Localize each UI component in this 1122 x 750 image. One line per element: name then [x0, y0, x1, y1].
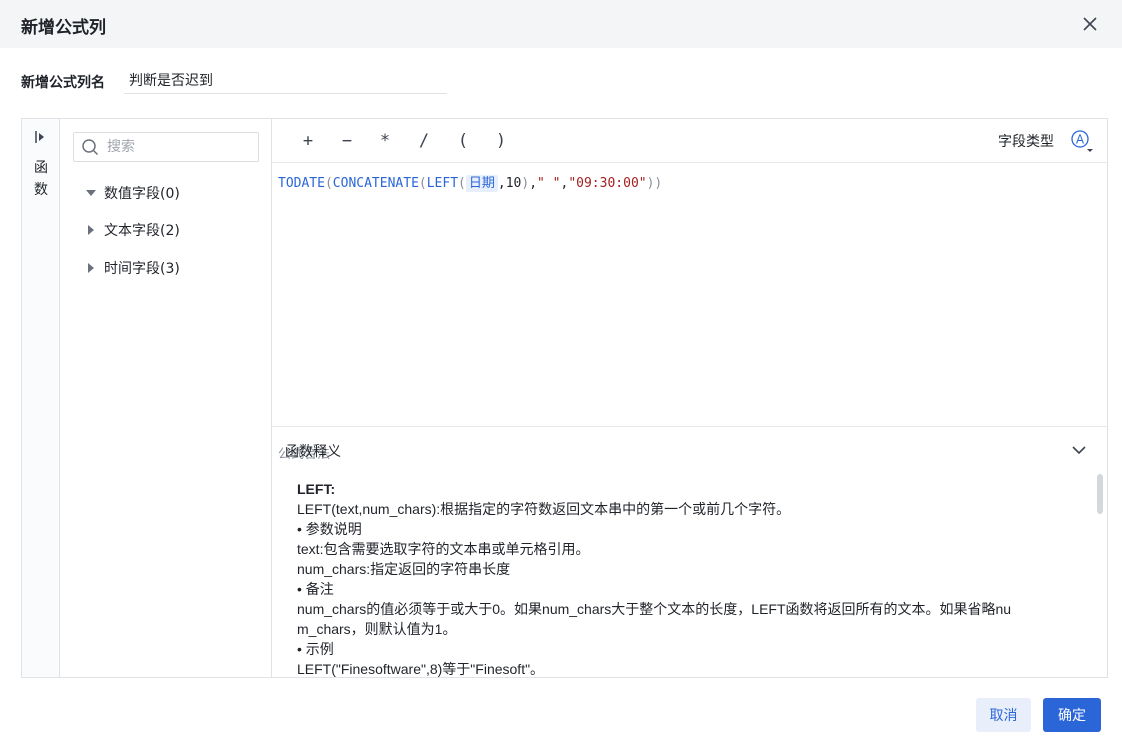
fields-pane: 数值字段(0) 文本字段(2) 时间字段(3) — [60, 119, 272, 677]
description-line: LEFT("Finesoftware",8)等于"Finesoft"。 — [297, 661, 545, 677]
column-name-input[interactable] — [124, 66, 447, 94]
fn-token: CONCATENATE — [332, 176, 419, 191]
close-icon[interactable] — [1078, 12, 1102, 36]
string-token: "09:30:00" — [568, 176, 647, 191]
string-token: " " — [537, 176, 561, 191]
fn-token: TODATE — [278, 176, 325, 191]
dialog-header: 新增公式列 — [0, 0, 1122, 48]
comma-token: , — [497, 176, 506, 191]
paren-token: )) — [646, 176, 663, 191]
op-plus-button[interactable]: + — [296, 129, 320, 153]
cancel-button[interactable]: 取消 — [976, 698, 1031, 732]
paren-token: ( — [458, 176, 466, 191]
description-scrollbar[interactable] — [1097, 474, 1103, 514]
description-line: • 备注 — [297, 581, 334, 597]
svg-text:A: A — [1076, 133, 1085, 147]
description-line: num_chars:指定返回的字符串长度 — [297, 561, 511, 577]
description-header[interactable]: 函数释义 — [272, 426, 1107, 472]
field-group-label: 时间字段(3) — [104, 261, 180, 277]
search-icon — [82, 139, 99, 156]
field-type-label[interactable]: 字段类型 — [998, 131, 1054, 151]
expand-panel-icon[interactable] — [33, 129, 49, 145]
op-multiply-button[interactable]: * — [373, 129, 397, 153]
function-strip: 函 数 — [22, 119, 60, 677]
description-line: LEFT(text,num_chars):根据指定的字符数返回文本串中的第一个或… — [297, 501, 791, 517]
op-rparen-button[interactable]: ) — [489, 129, 513, 153]
description-line: m_chars，则默认值为1。 — [297, 621, 457, 637]
name-row: 新增公式列名 — [21, 66, 461, 96]
search-box — [73, 132, 259, 162]
fn-token: LEFT — [426, 176, 459, 191]
field-group-label: 文本字段(2) — [104, 223, 180, 239]
caret-right-icon — [88, 263, 94, 273]
caret-right-icon — [88, 225, 94, 235]
formula-panel: 函 数 数值字段(0) 文本字 — [21, 118, 1108, 678]
description-line: num_chars的值必须等于或大于0。如果num_chars大于整个文本的长度… — [297, 601, 1012, 617]
formula-dialog: 新增公式列 新增公式列名 函 数 — [0, 0, 1122, 750]
field-group-text[interactable]: 文本字段(2) — [84, 218, 180, 242]
comma-token: , — [529, 176, 538, 191]
description-line: text:包含需要选取字符的文本串或单元格引用。 — [297, 541, 590, 557]
editor-pane: + − * / ( ) 字段类型 A TODATE(CONCATENATE(LE… — [272, 119, 1107, 677]
field-group-time[interactable]: 时间字段(3) — [84, 256, 180, 280]
description-line: • 参数说明 — [297, 521, 362, 537]
paren-token: ( — [418, 176, 427, 191]
number-token: 10 — [505, 176, 522, 191]
op-lparen-button[interactable]: ( — [451, 129, 475, 153]
paren-token: ( — [324, 176, 333, 191]
field-group-label: 数值字段(0) — [104, 186, 180, 202]
circled-a-icon[interactable]: A — [1070, 129, 1094, 153]
caret-down-icon — [86, 190, 96, 196]
function-tab-char-2: 数 — [34, 182, 48, 198]
chevron-down-icon[interactable] — [1069, 440, 1089, 460]
op-divide-button[interactable]: / — [412, 129, 436, 153]
operator-toolbar: + − * / ( ) 字段类型 A — [272, 119, 1107, 163]
name-label: 新增公式列名 — [21, 75, 105, 91]
function-tab[interactable]: 函 数 — [32, 157, 50, 201]
field-group-number[interactable]: 数值字段(0) — [84, 181, 180, 205]
search-input[interactable] — [107, 136, 255, 158]
field-tag[interactable]: 日期 — [465, 175, 498, 192]
description-title: 函数释义 — [285, 444, 341, 460]
function-tab-char-1: 函 — [34, 160, 48, 176]
dialog-title: 新增公式列 — [21, 18, 106, 38]
op-minus-button[interactable]: − — [335, 129, 359, 153]
description-body: LEFT: LEFT(text,num_chars):根据指定的字符数返回文本串… — [297, 479, 1077, 679]
paren-token: ) — [521, 176, 530, 191]
formula-editor[interactable]: TODATE(CONCATENATE(LEFT(日期 ,10)," ","09:3… — [272, 163, 1107, 462]
formula-code-line: TODATE(CONCATENATE(LEFT(日期 ,10)," ","09:3… — [278, 172, 663, 192]
description-line: LEFT: — [297, 481, 336, 497]
description-line: • 示例 — [297, 641, 334, 657]
confirm-button[interactable]: 确定 — [1043, 698, 1101, 732]
